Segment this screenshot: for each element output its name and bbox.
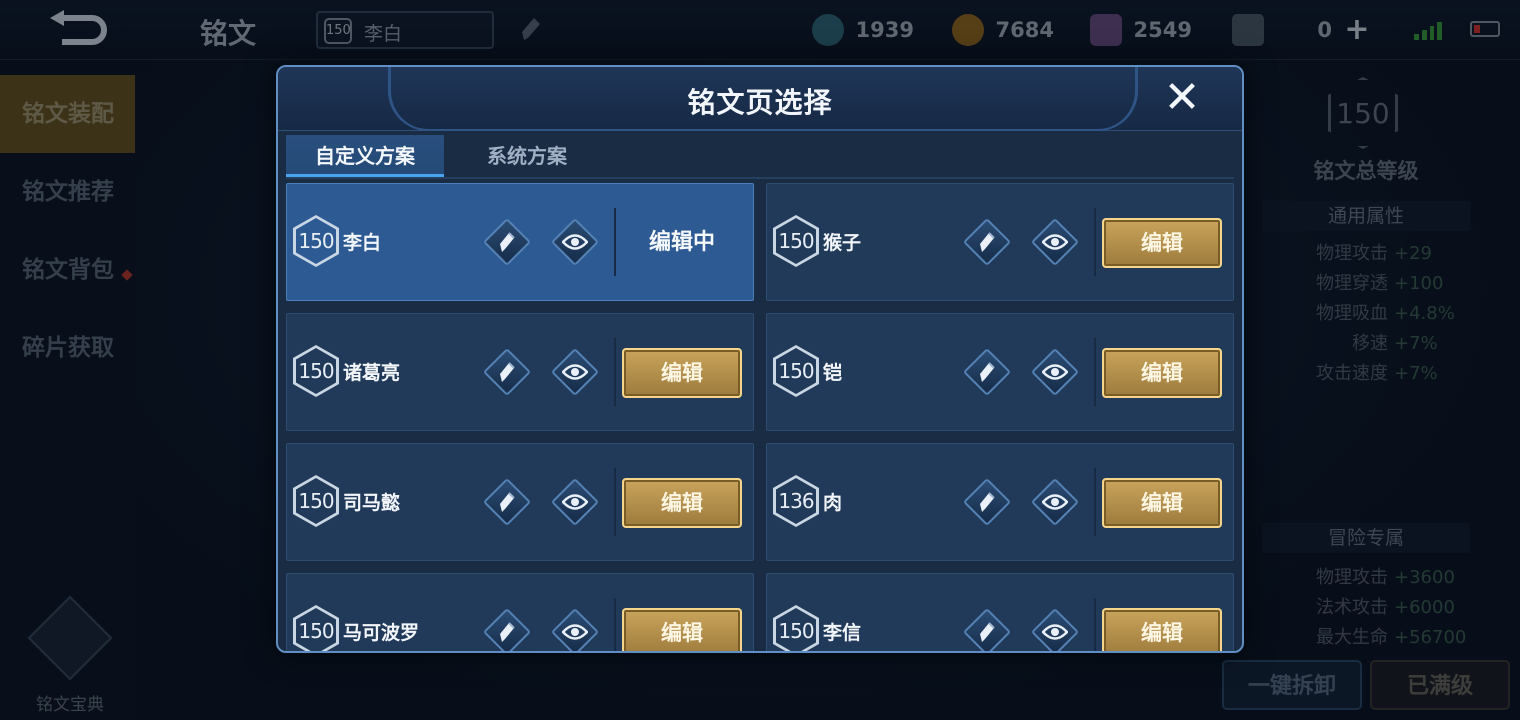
divider [1094, 208, 1096, 276]
plan-level-badge: 150 [293, 605, 339, 651]
preview-plan-button[interactable] [1030, 477, 1080, 527]
plan-name: 马可波罗 [343, 622, 420, 644]
rename-plan-button[interactable] [482, 607, 532, 651]
plan-level-badge: 150 [293, 475, 339, 527]
plan-name: 肉 [823, 492, 843, 514]
close-icon: ✕ [1163, 72, 1201, 123]
divider [1094, 598, 1096, 651]
tab-system-plans[interactable]: 系统方案 [452, 135, 602, 177]
plan-level-badge: 136 [773, 475, 819, 527]
plan-tabs: 自定义方案 系统方案 [286, 135, 1234, 179]
preview-plan-button[interactable] [550, 477, 600, 527]
plan-card[interactable]: 150 李信 编辑 [766, 573, 1234, 651]
plan-name: 铠 [823, 362, 843, 384]
plan-level: 150 [776, 608, 816, 651]
pencil-icon [483, 608, 531, 651]
rune-page-selection-dialog: 铭文页选择 ✕ 自定义方案 系统方案 150 李白 编辑中 150 猴子 编辑 150 诸葛亮… [276, 65, 1244, 653]
dialog-header: 铭文页选择 ✕ [278, 67, 1242, 131]
plan-card[interactable]: 150 诸葛亮 编辑 [286, 313, 754, 431]
editing-status: 编辑中 [648, 230, 715, 255]
plan-name: 猴子 [823, 232, 862, 254]
plan-level-badge: 150 [293, 345, 339, 397]
edit-plan-button[interactable]: 编辑 [622, 478, 742, 528]
preview-plan-button[interactable] [550, 607, 600, 651]
edit-plan-button[interactable]: 编辑 [1102, 218, 1222, 268]
pencil-icon [483, 478, 531, 526]
edit-plan-button[interactable]: 编辑 [1102, 348, 1222, 398]
plan-level-badge: 150 [293, 215, 339, 267]
divider [614, 208, 616, 276]
eye-icon [551, 218, 599, 266]
plan-level: 150 [296, 218, 336, 264]
eye-icon [551, 478, 599, 526]
pencil-icon [963, 218, 1011, 266]
edit-plan-button[interactable]: 编辑 [1102, 608, 1222, 651]
plan-card[interactable]: 150 李白 编辑中 [286, 183, 754, 301]
rename-plan-button[interactable] [962, 217, 1012, 267]
plan-level: 136 [776, 478, 816, 524]
tab-custom-plans[interactable]: 自定义方案 [286, 135, 444, 177]
divider [614, 468, 616, 536]
divider [614, 338, 616, 406]
plan-card[interactable]: 150 铠 编辑 [766, 313, 1234, 431]
plan-level: 150 [296, 478, 336, 524]
pencil-icon [483, 348, 531, 396]
plan-card[interactable]: 150 猴子 编辑 [766, 183, 1234, 301]
preview-plan-button[interactable] [550, 347, 600, 397]
pencil-icon [963, 478, 1011, 526]
plan-level: 150 [296, 348, 336, 394]
divider [614, 598, 616, 651]
preview-plan-button[interactable] [550, 217, 600, 267]
pencil-icon [963, 348, 1011, 396]
eye-icon [1031, 348, 1079, 396]
eye-icon [1031, 478, 1079, 526]
preview-plan-button[interactable] [1030, 347, 1080, 397]
rename-plan-button[interactable] [482, 347, 532, 397]
edit-plan-button[interactable]: 编辑 [622, 348, 742, 398]
plan-card[interactable]: 150 马可波罗 编辑 [286, 573, 754, 651]
plan-name: 李信 [823, 622, 862, 644]
plan-level: 150 [296, 608, 336, 651]
close-button[interactable]: ✕ [1162, 76, 1202, 120]
rename-plan-button[interactable] [482, 217, 532, 267]
eye-icon [551, 608, 599, 651]
rename-plan-button[interactable] [962, 607, 1012, 651]
pencil-icon [483, 218, 531, 266]
plan-level-badge: 150 [773, 605, 819, 651]
plan-level: 150 [776, 348, 816, 394]
plan-level: 150 [776, 218, 816, 264]
plan-card[interactable]: 136 肉 编辑 [766, 443, 1234, 561]
divider [1094, 338, 1096, 406]
plan-name: 诸葛亮 [343, 362, 401, 384]
preview-plan-button[interactable] [1030, 217, 1080, 267]
dialog-title: 铭文页选择 [687, 86, 833, 119]
eye-icon [1031, 218, 1079, 266]
plan-name: 司马懿 [343, 492, 401, 514]
preview-plan-button[interactable] [1030, 607, 1080, 651]
edit-plan-button[interactable]: 编辑 [622, 608, 742, 651]
eye-icon [551, 348, 599, 396]
divider [1094, 468, 1096, 536]
rename-plan-button[interactable] [962, 347, 1012, 397]
rename-plan-button[interactable] [482, 477, 532, 527]
pencil-icon [963, 608, 1011, 651]
plan-level-badge: 150 [773, 215, 819, 267]
eye-icon [1031, 608, 1079, 651]
rename-plan-button[interactable] [962, 477, 1012, 527]
plan-level-badge: 150 [773, 345, 819, 397]
plan-name: 李白 [343, 232, 382, 254]
plan-card[interactable]: 150 司马懿 编辑 [286, 443, 754, 561]
edit-plan-button[interactable]: 编辑 [1102, 478, 1222, 528]
